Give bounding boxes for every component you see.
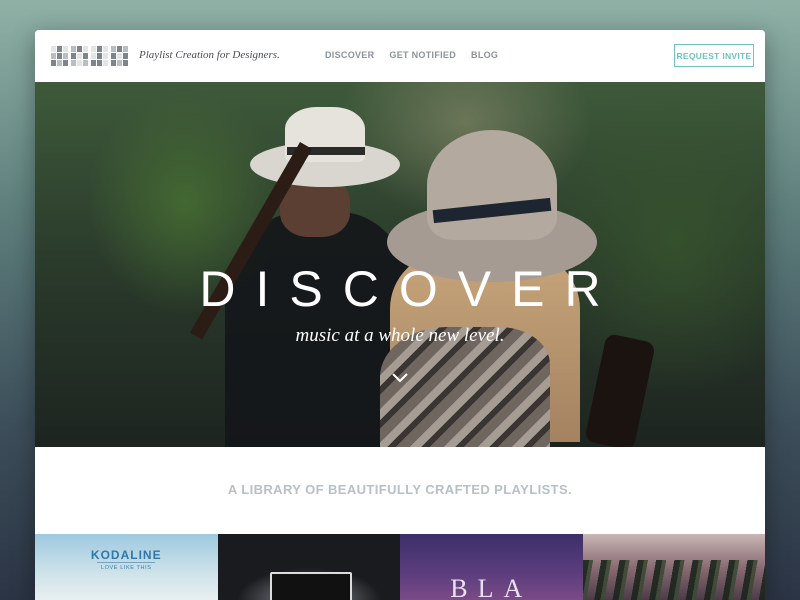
chevron-down-icon[interactable] [391, 369, 409, 387]
playlist-tile-2[interactable] [217, 534, 400, 600]
hero-photo-guitar-2 [584, 333, 656, 447]
playlist-tile-3[interactable]: BLA [400, 534, 583, 600]
playlist-title: KODALINE [90, 548, 162, 562]
section-heading: A LIBRARY OF BEAUTIFULLY CRAFTED PLAYLIS… [227, 482, 573, 497]
tagline: Playlist Creation for Designers. [139, 49, 280, 61]
request-invite-button[interactable]: REQUEST INVITE [674, 44, 754, 67]
nav-get-notified[interactable]: GET NOTIFIED [389, 50, 456, 60]
top-navbar: Playlist Creation for Designers. DISCOVE… [35, 30, 765, 82]
main-nav: DISCOVER GET NOTIFIED BLOG [325, 50, 498, 60]
hero-subtitle: music at a whole new level. [295, 325, 505, 346]
palm-trees-image [582, 560, 765, 600]
playlist-subtitle: LOVE LIKE THIS [101, 565, 152, 571]
playlist-tile-4[interactable] [582, 534, 765, 600]
playlist-tile-kodaline[interactable]: KODALINE LOVE LIKE THIS [35, 534, 218, 600]
divider [97, 562, 155, 563]
hero-banner: DISCOVER music at a whole new level. [35, 82, 765, 447]
hero-title: DISCOVER [199, 261, 621, 317]
hero-photo-hat-2-crown [427, 130, 557, 240]
browser-page: Playlist Creation for Designers. DISCOVE… [35, 30, 765, 600]
logo-mark[interactable] [51, 46, 129, 66]
nav-discover[interactable]: DISCOVER [325, 50, 374, 60]
playlist-title: BLA [450, 574, 533, 600]
amplifier-image [269, 572, 352, 600]
nav-blog[interactable]: BLOG [471, 50, 498, 60]
playlist-grid: KODALINE LOVE LIKE THIS BLA [35, 534, 765, 600]
